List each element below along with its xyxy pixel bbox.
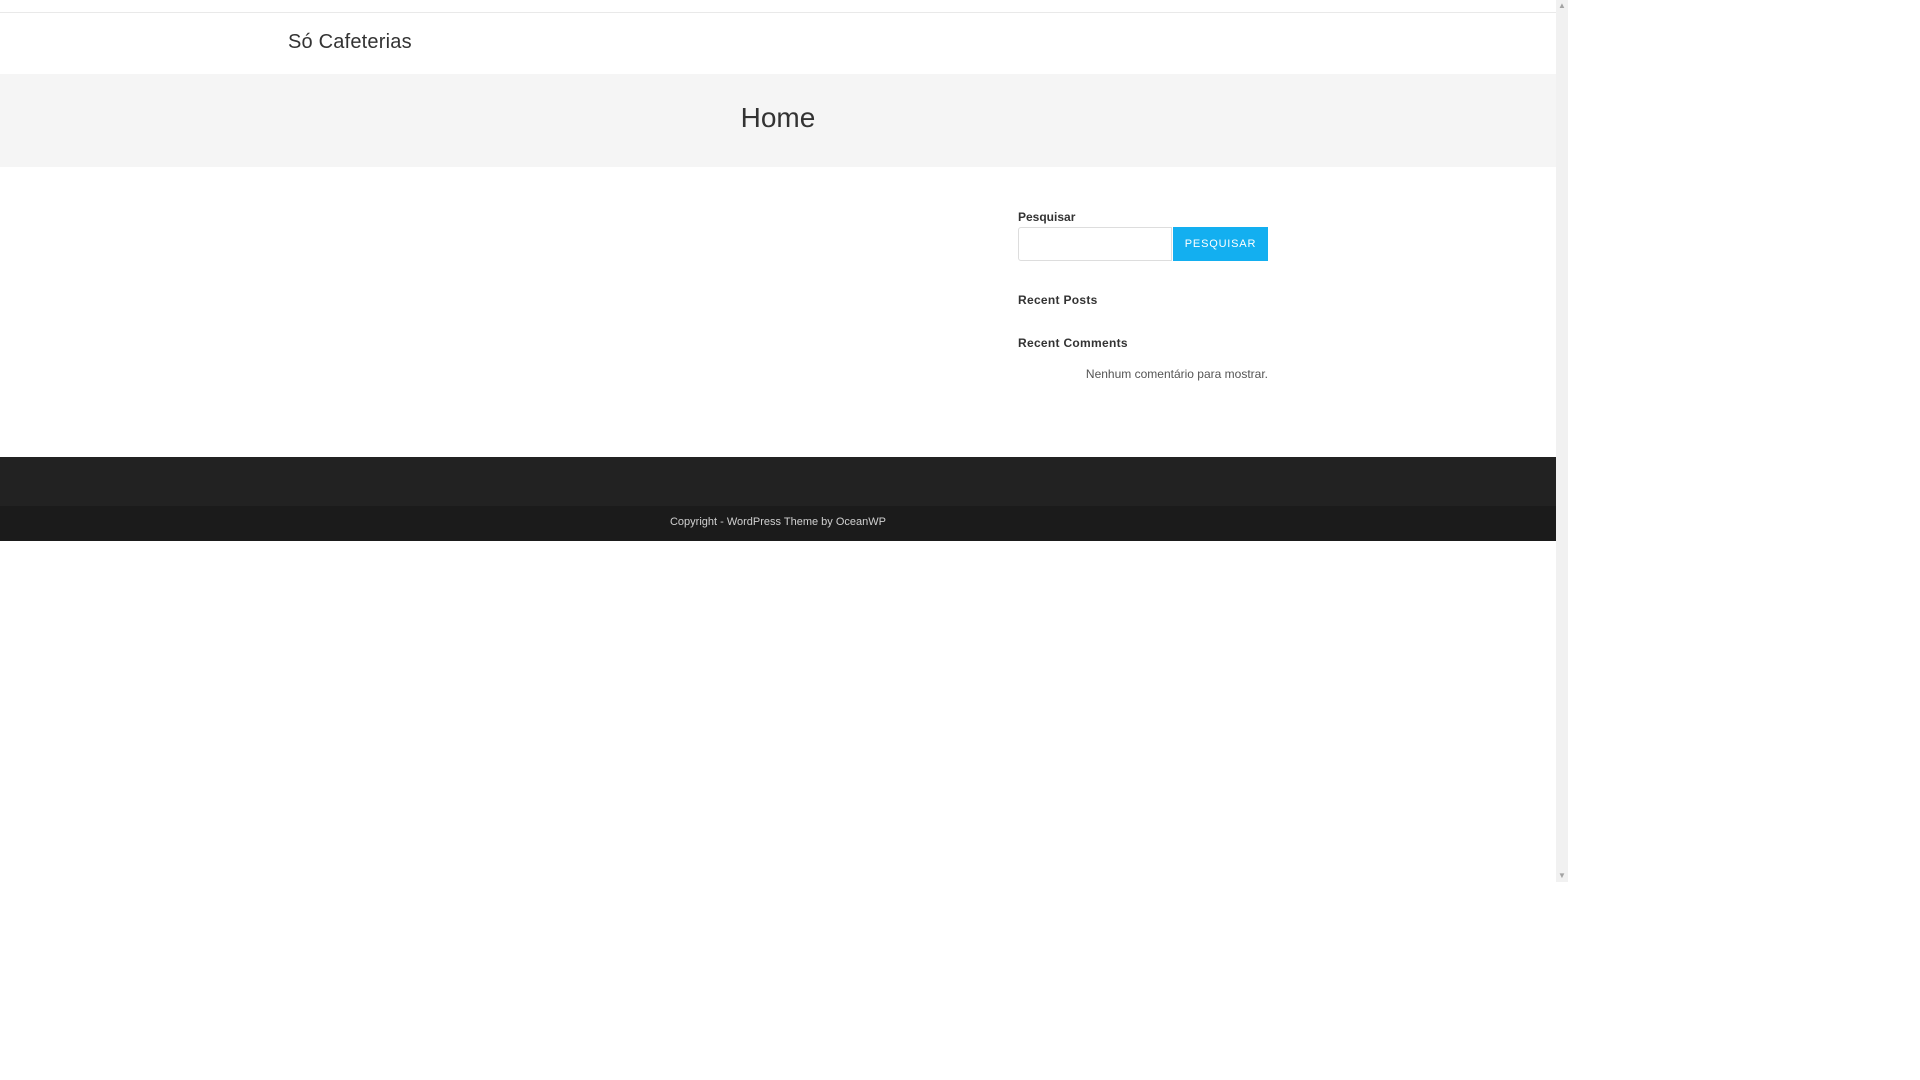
page-header: Home: [0, 74, 1556, 167]
recent-comments-title: Recent Comments: [1018, 336, 1128, 350]
chevron-up-icon[interactable]: ▲: [1556, 0, 1568, 12]
page-title: Home: [740, 102, 816, 133]
site-header: Só Cafeterias: [0, 13, 1556, 74]
copyright-text: Copyright - WordPress Theme by OceanWP: [669, 516, 886, 528]
footer-widgets: [0, 457, 1556, 506]
footer-bottom: Copyright - WordPress Theme by OceanWP: [0, 506, 1556, 541]
search-button[interactable]: PESQUISAR: [1173, 227, 1268, 261]
sidebar: Pesquisar PESQUISAR Recent Posts Recent …: [1018, 210, 1268, 381]
no-comments-text: Nenhum comentário para mostrar.: [1085, 367, 1268, 381]
site-title-link[interactable]: Só Cafeterias: [288, 31, 412, 54]
vertical-scrollbar[interactable]: ▲ ▼: [1556, 0, 1568, 882]
top-bar: [0, 0, 1556, 13]
search-form: PESQUISAR: [1018, 227, 1268, 261]
chevron-down-icon[interactable]: ▼: [1556, 870, 1568, 882]
search-input[interactable]: [1018, 227, 1172, 261]
search-label: Pesquisar: [1018, 210, 1076, 224]
page-viewport: Só Cafeterias Home Pesquisar PESQUISAR R…: [0, 0, 1556, 882]
recent-posts-title: Recent Posts: [1018, 293, 1098, 307]
